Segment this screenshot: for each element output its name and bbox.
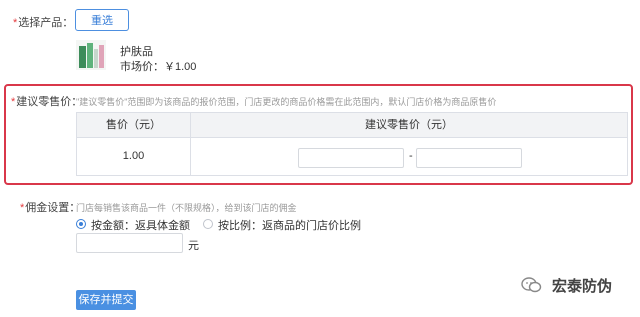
price-cell: 1.00 [122, 150, 145, 162]
price-table: 售价（元） 建议零售价（元） 1.00 - [76, 112, 628, 176]
range-separator: - [409, 150, 413, 162]
commission-label: *佣金设置： [20, 202, 81, 214]
min-price-input[interactable] [298, 148, 404, 168]
amount-unit: 元 [188, 240, 199, 252]
product-name: 护肤品 [120, 46, 153, 58]
product-label: *选择产品： [13, 17, 74, 29]
watermark-logo-icon [520, 274, 542, 296]
save-submit-button[interactable]: 保存并提交 [76, 290, 136, 310]
amount-radio[interactable] [76, 219, 86, 229]
price-column-header: 售价（元） [106, 119, 161, 131]
commission-amount-input[interactable] [76, 233, 183, 253]
suggested-price-column-header: 建议零售价（元） [365, 119, 453, 131]
amount-option-label[interactable]: 按金额：返具体金额 [91, 217, 190, 233]
reselect-button[interactable]: 重选 [75, 9, 129, 31]
max-price-input[interactable] [416, 148, 522, 168]
watermark-text: 宏泰防伪 [552, 278, 613, 295]
suggested-price-hint: "建议零售价"范围即为该商品的报价范围，门店更改的商品价格需在此范围内，默认门店… [76, 97, 497, 107]
ratio-option-label[interactable]: 按比例：返商品的门店价比例 [218, 217, 361, 233]
product-thumbnail [76, 40, 106, 70]
commission-hint: 门店每销售该商品一件（不限规格），给到该门店的佣金 [76, 203, 297, 213]
ratio-radio[interactable] [203, 219, 213, 229]
product-market-price: 市场价：￥1.00 [120, 61, 197, 73]
suggested-price-label: *建议零售价： [11, 96, 83, 108]
